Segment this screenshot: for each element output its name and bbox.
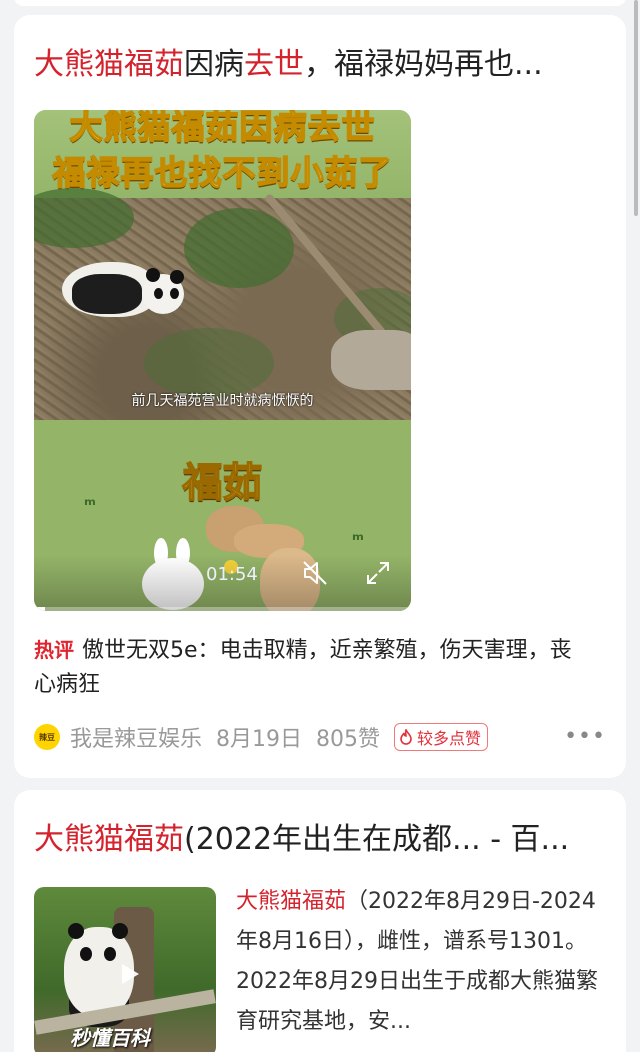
title-highlight: 去世 bbox=[244, 47, 304, 82]
desc-highlight: 大熊猫福茹 bbox=[236, 889, 347, 914]
video-headline: 大熊猫福茹因病去世 bbox=[69, 110, 376, 147]
result-card-baike[interactable]: 大熊猫福茹(2022年出生在成都... - 百... 秒懂百科 大熊猫福茹（20… bbox=[14, 790, 626, 1052]
baike-thumbnail[interactable]: 秒懂百科 bbox=[34, 887, 216, 1052]
fullscreen-icon[interactable] bbox=[364, 559, 392, 587]
play-icon[interactable] bbox=[114, 959, 144, 989]
panda-figure bbox=[62, 252, 184, 322]
result-card-video[interactable]: 大熊猫福茹因病去世，福禄妈妈再也... 大熊猫福茹因病去世 福禄再也找不到小茹了… bbox=[14, 15, 626, 778]
title-text: 因病 bbox=[184, 47, 244, 82]
title-text: ，福禄妈妈再也... bbox=[304, 47, 543, 82]
result-meta: 辣豆 我是辣豆娱乐 8月19日 805赞 较多点赞 ••• bbox=[34, 722, 606, 752]
video-frame-image bbox=[34, 188, 411, 420]
video-progress-fill bbox=[34, 607, 46, 611]
like-count: 805赞 bbox=[316, 727, 381, 752]
video-headline: 福禄再也找不到小茹了 bbox=[52, 152, 393, 193]
thumbnail-brand: 秒懂百科 bbox=[70, 1026, 150, 1050]
title-highlight: 大熊猫福茹 bbox=[34, 822, 184, 857]
fire-icon bbox=[400, 729, 412, 745]
mute-icon[interactable] bbox=[300, 558, 330, 588]
result-title[interactable]: 大熊猫福茹因病去世，福禄妈妈再也... bbox=[34, 45, 606, 85]
result-title[interactable]: 大熊猫福茹(2022年出生在成都... - 百... bbox=[34, 820, 606, 860]
popular-badge: 较多点赞 bbox=[394, 723, 489, 751]
source-avatar: 辣豆 bbox=[34, 724, 60, 750]
hot-comment-separator: ： bbox=[197, 638, 220, 663]
page-scrollbar[interactable] bbox=[634, 0, 638, 216]
result-description: 大熊猫福茹（2022年8月29日-2024年8月16日），雌性，谱系号1301。… bbox=[236, 882, 612, 1042]
source-name[interactable]: 我是辣豆娱乐 bbox=[70, 721, 202, 753]
title-text: (2022年出生在成都... - 百... bbox=[184, 822, 570, 857]
hot-comment-author: 傲世无双5e bbox=[82, 638, 198, 663]
more-options-icon[interactable]: ••• bbox=[564, 724, 606, 749]
publish-date: 8月19日 bbox=[216, 727, 303, 752]
video-progress-bar[interactable] bbox=[34, 607, 411, 611]
title-highlight: 大熊猫福茹 bbox=[34, 47, 184, 82]
video-player[interactable]: 大熊猫福茹因病去世 福禄再也找不到小茹了 前几天福苑营业时就病恹恹的 福茹 ᵐ … bbox=[34, 110, 411, 611]
grass-doodle: ᵐ bbox=[352, 530, 364, 551]
grass-doodle: ᵐ bbox=[84, 495, 96, 516]
video-subtitle: 前几天福苑营业时就病恹恹的 bbox=[131, 393, 314, 409]
popular-badge-label: 较多点赞 bbox=[417, 729, 482, 748]
previous-card-edge bbox=[14, 0, 626, 6]
hot-comment[interactable]: 热评 傲世无双5e：电击取精，近亲繁殖，伤天害理，丧心病狂 bbox=[34, 633, 586, 702]
hot-comment-tag: 热评 bbox=[34, 638, 74, 662]
video-duration: 01:54 bbox=[206, 564, 258, 585]
